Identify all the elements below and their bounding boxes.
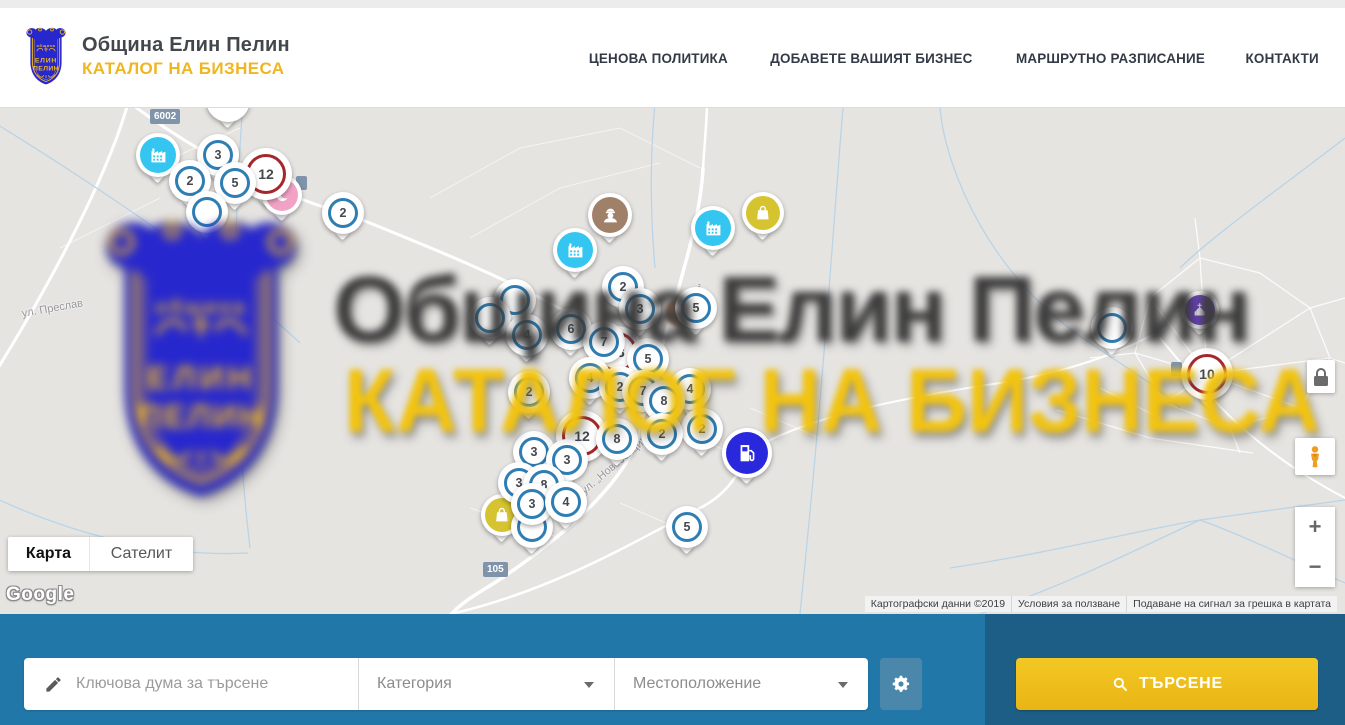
top-strip	[0, 0, 1345, 8]
lock-icon	[1316, 368, 1326, 376]
zoom-out-button[interactable]: −	[1295, 547, 1335, 587]
cluster-marker[interactable]	[186, 191, 228, 233]
cluster-count: 3	[517, 489, 547, 519]
map-markers-layer: 32125225364137542274822128333834510	[0, 108, 1345, 614]
search-icon	[1111, 675, 1129, 693]
cluster-count: 7	[589, 327, 619, 357]
cluster-marker[interactable]: 3	[619, 288, 661, 330]
municipality-emblem-icon	[22, 26, 70, 86]
keyword-field[interactable]	[24, 658, 358, 710]
scroll-lock-indicator[interactable]	[1307, 360, 1335, 393]
fuel-icon	[726, 432, 768, 474]
chevron-down-icon	[584, 682, 594, 688]
cluster-marker[interactable]: 10	[1181, 348, 1233, 400]
factory-icon	[557, 232, 593, 268]
church-icon	[1185, 295, 1215, 325]
bag-icon	[746, 196, 780, 230]
site-subtitle: КАТАЛОГ НА БИЗНЕСА	[82, 59, 290, 79]
cluster-marker[interactable]: 5	[675, 287, 717, 329]
cluster-marker[interactable]: 2	[681, 408, 723, 450]
cluster-count	[192, 197, 222, 227]
cluster-count: 2	[687, 414, 717, 444]
search-bar: Категория Местоположение ТЪРСЕНЕ	[0, 614, 1345, 725]
cluster-count: 5	[220, 168, 250, 198]
advanced-settings-button[interactable]	[880, 658, 922, 710]
pegman-control[interactable]	[1295, 438, 1335, 475]
cluster-count: 2	[514, 377, 544, 407]
nav-item-contacts[interactable]: КОНТАКТИ	[1245, 50, 1318, 66]
cluster-marker[interactable]: 4	[506, 314, 548, 356]
keyword-input[interactable]	[76, 675, 358, 693]
location-select-value: Местоположение	[615, 675, 761, 693]
zoom-in-button[interactable]: +	[1295, 507, 1335, 547]
search-button-label: ТЪРСЕНЕ	[1139, 675, 1223, 693]
cluster-marker[interactable]: 5	[666, 506, 708, 548]
search-fields: Категория Местоположение	[24, 658, 868, 710]
gear-icon	[890, 673, 912, 695]
category-pin-none[interactable]	[206, 108, 250, 122]
zoom-control: + −	[1295, 507, 1335, 587]
cluster-count: 2	[328, 198, 358, 228]
cluster-count: 2	[647, 419, 677, 449]
attribution-terms-link[interactable]: Условия за ползване	[1011, 596, 1126, 612]
map-attribution: Картографски данни ©2019 Условия за полз…	[865, 596, 1337, 612]
cluster-count: 6	[556, 314, 586, 344]
cluster-marker[interactable]: 2	[641, 413, 683, 455]
cluster-count: 3	[625, 294, 655, 324]
category-select-value: Категория	[359, 675, 452, 693]
cluster-count: 8	[602, 424, 632, 454]
pencil-icon	[44, 675, 63, 694]
cluster-marker[interactable]: 4	[545, 481, 587, 523]
site-header: Община Елин Пелин КАТАЛОГ НА БИЗНЕСА ЦЕН…	[0, 8, 1345, 108]
map-type-satellite-button[interactable]: Сателит	[90, 537, 193, 571]
cluster-marker[interactable]: 2	[322, 192, 364, 234]
location-select[interactable]: Местоположение	[614, 658, 868, 710]
category-pin-church[interactable]	[1181, 291, 1219, 329]
category-select[interactable]: Категория	[358, 658, 614, 710]
cluster-count: 4	[512, 320, 542, 350]
category-pin-fuel[interactable]	[722, 428, 772, 478]
map-type-map-button[interactable]: Карта	[8, 537, 90, 571]
main-nav: ЦЕНОВА ПОЛИТИКА ДОБАВЕТЕ ВАШИЯТ БИЗНЕС М…	[586, 8, 1320, 108]
cluster-count: 8	[649, 386, 679, 416]
site-title: Община Елин Пелин	[82, 34, 290, 57]
none	[210, 108, 246, 118]
map-type-control: Карта Сателит	[8, 537, 193, 571]
cluster-marker[interactable]	[469, 297, 511, 339]
category-pin-factory[interactable]	[691, 206, 735, 250]
cluster-count: 5	[672, 512, 702, 542]
worker-icon	[592, 197, 628, 233]
factory-icon	[695, 210, 731, 246]
cluster-count: 4	[551, 487, 581, 517]
pegman-icon	[1302, 444, 1328, 470]
site-logo[interactable]: Община Елин Пелин КАТАЛОГ НА БИЗНЕСА	[22, 26, 290, 86]
cluster-marker[interactable]: 2	[508, 371, 550, 413]
cluster-count	[475, 303, 505, 333]
category-pin-factory[interactable]	[553, 228, 597, 272]
nav-item-route-schedule[interactable]: МАРШРУТНО РАЗПИСАНИЕ	[1016, 50, 1205, 66]
cluster-count: 5	[681, 293, 711, 323]
google-logo[interactable]: Google	[6, 584, 74, 606]
attribution-report-link[interactable]: Подаване на сигнал за грешка в картата	[1126, 596, 1337, 612]
chevron-down-icon	[838, 682, 848, 688]
category-pin-bag[interactable]	[742, 192, 784, 234]
factory-icon	[140, 137, 176, 173]
google-map[interactable]: 6002105ул. Преславбул. „Новоселци“ци“ 32…	[0, 108, 1345, 614]
nav-item-add-business[interactable]: ДОБАВЕТЕ ВАШИЯТ БИЗНЕС	[770, 50, 972, 66]
cluster-marker[interactable]	[1091, 307, 1133, 349]
cluster-marker[interactable]: 8	[596, 418, 638, 460]
nav-item-pricing[interactable]: ЦЕНОВА ПОЛИТИКА	[589, 50, 728, 66]
search-button[interactable]: ТЪРСЕНЕ	[1016, 658, 1318, 710]
cluster-count	[1097, 313, 1127, 343]
category-pin-worker[interactable]	[588, 193, 632, 237]
attribution-copyright: Картографски данни ©2019	[865, 596, 1011, 612]
cluster-count: 10	[1187, 354, 1227, 394]
